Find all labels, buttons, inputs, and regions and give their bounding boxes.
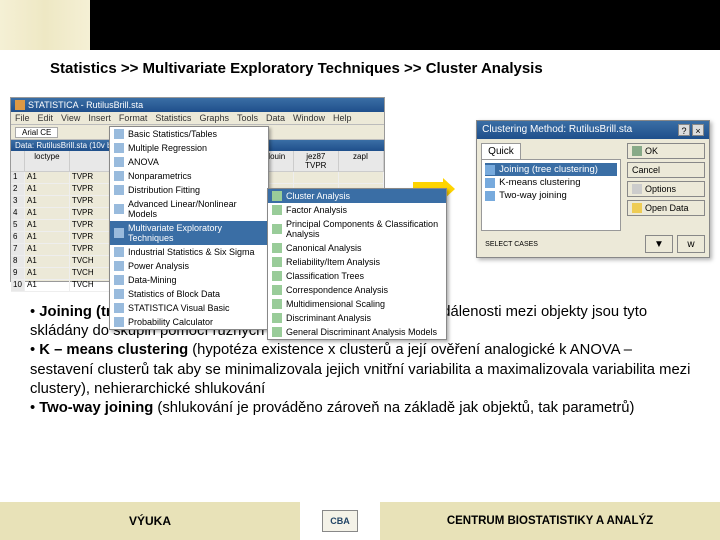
statistica-titlebar: STATISTICA - RutilusBrill.sta	[11, 98, 384, 112]
statistics-menu-dropdown[interactable]: Basic Statistics/TablesMultiple Regressi…	[109, 126, 269, 330]
app-icon	[15, 100, 25, 110]
ok-button[interactable]: OK	[627, 143, 705, 159]
clustering-footer: SELECT CASES ▼ w	[477, 235, 709, 257]
options-icon	[632, 184, 642, 194]
statistica-title: STATISTICA - RutilusBrill.sta	[28, 100, 143, 110]
open-data-button[interactable]: Open Data	[627, 200, 705, 216]
footer-logo-wrap: CBA	[300, 510, 380, 532]
multivariate-submenu[interactable]: Cluster AnalysisFactor AnalysisPrincipal…	[267, 188, 447, 340]
cases-button[interactable]: ▼	[645, 235, 673, 253]
weight-icon: w	[687, 239, 694, 250]
weight-button[interactable]: w	[677, 235, 705, 253]
screenshot-row: STATISTICA - RutilusBrill.sta FileEditVi…	[0, 89, 720, 289]
slide-footer: VÝUKA CBA CENTRUM BIOSTATISTIKY A ANALÝZ	[0, 502, 720, 540]
cancel-button[interactable]: Cancel	[627, 162, 705, 178]
clustering-titlebar: Clustering Method: RutilusBrill.sta ?×	[477, 121, 709, 139]
ok-icon	[632, 146, 642, 156]
statistica-window: STATISTICA - RutilusBrill.sta FileEditVi…	[10, 97, 385, 282]
clustering-title: Clustering Method: RutilusBrill.sta	[482, 124, 632, 136]
folder-icon	[632, 203, 642, 213]
clustering-methods-list[interactable]: Joining (tree clustering)K-means cluster…	[481, 159, 621, 231]
funnel-icon: ▼	[654, 239, 664, 250]
clustering-dialog: Clustering Method: RutilusBrill.sta ?× Q…	[476, 120, 710, 258]
options-button[interactable]: Options	[627, 181, 705, 197]
help-icon[interactable]: ?	[678, 124, 690, 136]
statistica-menubar[interactable]: FileEditViewInsertFormatStatisticsGraphs…	[11, 112, 384, 125]
cba-logo: CBA	[322, 510, 358, 532]
breadcrumb: Statistics >> Multivariate Exploratory T…	[0, 56, 720, 89]
top-accent	[0, 0, 90, 50]
footer-left: VÝUKA	[0, 502, 300, 540]
tab-quick[interactable]: Quick	[481, 143, 521, 159]
select-cases-label: SELECT CASES	[481, 241, 538, 248]
close-icon[interactable]: ×	[692, 124, 704, 136]
footer-right: CENTRUM BIOSTATISTIKY A ANALÝZ	[380, 502, 720, 540]
slide-top-bar	[0, 0, 720, 50]
